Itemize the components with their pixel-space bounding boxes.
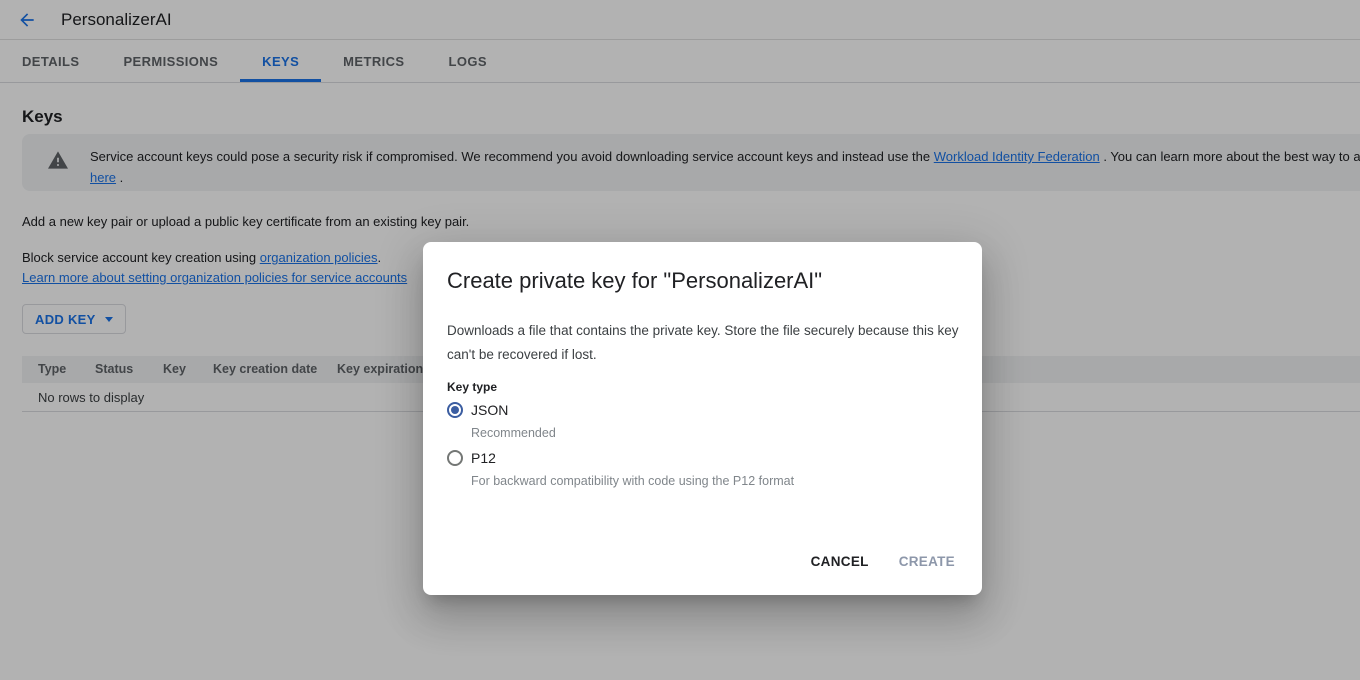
radio-p12-label[interactable]: P12 — [471, 450, 496, 466]
create-private-key-dialog: Create private key for "PersonalizerAI" … — [423, 242, 982, 595]
dialog-actions: CANCEL CREATE — [811, 550, 955, 573]
dialog-title: Create private key for "PersonalizerAI" — [447, 268, 822, 294]
cancel-button[interactable]: CANCEL — [811, 550, 869, 573]
create-button[interactable]: CREATE — [899, 550, 955, 573]
key-type-label: Key type — [447, 380, 497, 394]
radio-p12-description: For backward compatibility with code usi… — [471, 474, 794, 488]
radio-json-description: Recommended — [471, 426, 556, 440]
radio-json-label[interactable]: JSON — [471, 402, 508, 418]
dialog-description: Downloads a file that contains the priva… — [447, 319, 959, 367]
radio-json[interactable] — [447, 402, 463, 418]
radio-p12[interactable] — [447, 450, 463, 466]
